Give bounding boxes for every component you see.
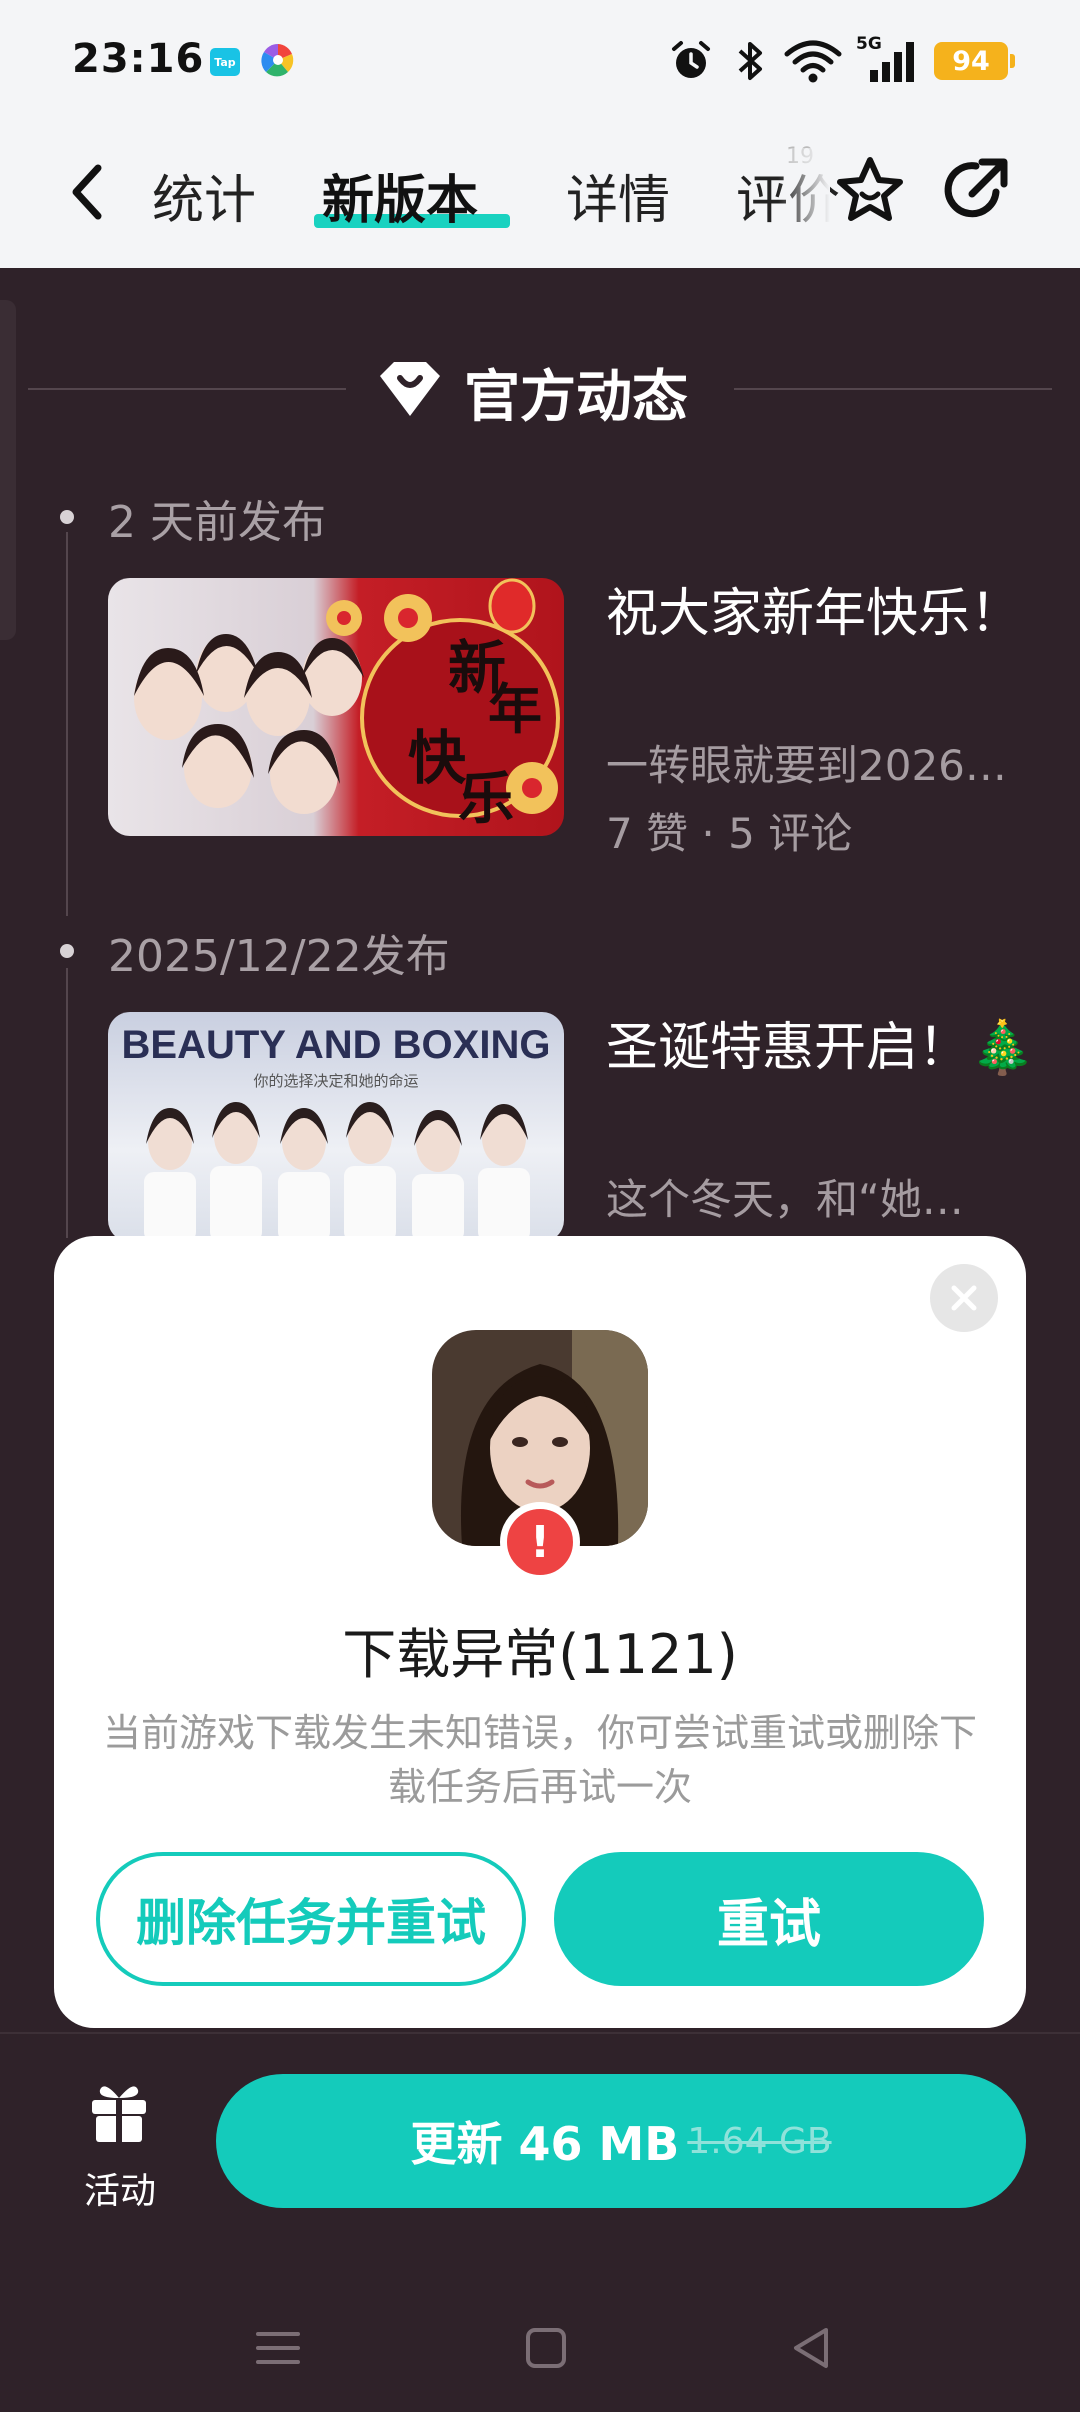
wifi-icon: [784, 40, 842, 83]
post-thumbnail[interactable]: BEAUTY AND BOXING 你的选择决定和她的命运: [108, 1012, 564, 1242]
close-icon: [951, 1285, 977, 1311]
thumb-subtitle: 你的选择决定和她的命运: [253, 1072, 418, 1090]
download-error-dialog: ! 下载异常(1121) 当前游戏下载发生未知错误，你可尝试重试或删除下载任务后…: [54, 1236, 1026, 2028]
tab-details[interactable]: 详情: [566, 158, 670, 233]
alarm-icon: [672, 41, 710, 78]
post-date: 2 天前发布: [108, 497, 326, 548]
thumb-char: 乐: [458, 769, 514, 831]
home-icon[interactable]: [516, 2318, 576, 2378]
retry-button[interactable]: 重试: [554, 1852, 984, 1986]
update-old-size: 1.64 GB: [687, 2120, 832, 2162]
section-divider-right: [734, 388, 1052, 390]
bluetooth-icon: [738, 42, 762, 80]
post-thumbnail[interactable]: 新 年 快 乐: [108, 578, 564, 836]
thumb-title: BEAUTY AND BOXING: [122, 1023, 551, 1067]
error-badge-icon: !: [500, 1502, 580, 1582]
post-meta: 7 赞 · 5 评论: [606, 809, 853, 858]
top-bar: 23:16 Tap 5G 94 统计 新版本 详情: [0, 0, 1080, 268]
back-button[interactable]: [62, 154, 118, 230]
status-bar: 23:16 Tap 5G 94: [0, 0, 1080, 124]
5g-signal-icon: 5G: [856, 34, 922, 84]
favorite-star-icon[interactable]: [832, 152, 908, 228]
system-nav-bar: [0, 2300, 1080, 2412]
activity-button[interactable]: 活动: [60, 2074, 180, 2214]
tap-icon: Tap: [210, 48, 240, 76]
tab-new-version[interactable]: 新版本: [322, 158, 478, 233]
update-label: 更新 46 MB: [410, 2117, 680, 2171]
section-header: 官方动态: [28, 348, 1052, 430]
post-excerpt: 一转眼就要到2026…: [606, 741, 1007, 790]
menu-icon[interactable]: [248, 2318, 308, 2378]
dialog-message: 当前游戏下载发生未知错误，你可尝试重试或删除下载任务后再试一次: [102, 1711, 977, 1809]
activity-label: 活动: [83, 2171, 156, 2212]
dialog-title: 下载异常(1121): [342, 1623, 738, 1686]
section-title: 官方动态: [464, 365, 688, 430]
new-year-artwork: 新 年 快 乐: [134, 578, 560, 831]
christmas-artwork: BEAUTY AND BOXING 你的选择决定和她的命运: [122, 1023, 551, 1242]
bottom-divider: [0, 2032, 1080, 2034]
section-divider-left: [28, 388, 346, 390]
tab-statistics[interactable]: 统计: [152, 158, 256, 233]
gift-icon: [92, 2086, 146, 2144]
post-title[interactable]: 圣诞特惠开启！🎄: [606, 1012, 1036, 1084]
timeline-line: [66, 532, 68, 916]
timeline-line: [66, 968, 68, 1238]
tab-overflow-fade: [778, 148, 830, 236]
tab-bar: 统计 新版本 详情 评价 19: [0, 130, 1080, 250]
back-icon[interactable]: [782, 2318, 842, 2378]
side-drawer-handle[interactable]: [0, 300, 16, 640]
share-icon[interactable]: [938, 152, 1014, 228]
timeline-dot: [60, 944, 74, 958]
pinwheel-icon: [261, 43, 294, 77]
thumb-char: 年: [488, 680, 542, 740]
post-excerpt: 这个冬天，和“她…: [606, 1175, 964, 1224]
status-time: 23:16: [72, 36, 205, 82]
update-button[interactable]: 更新 46 MB 1.64 GB: [216, 2074, 1026, 2208]
post-title[interactable]: 祝大家新年快乐！: [606, 578, 1036, 650]
battery-indicator: 94: [934, 42, 1015, 80]
delete-and-retry-button[interactable]: 删除任务并重试: [96, 1852, 526, 1986]
diamond-heart-icon: [380, 362, 440, 416]
timeline-dot: [60, 510, 74, 524]
close-button[interactable]: [930, 1264, 998, 1332]
post-date: 2025/12/22发布: [108, 931, 450, 982]
